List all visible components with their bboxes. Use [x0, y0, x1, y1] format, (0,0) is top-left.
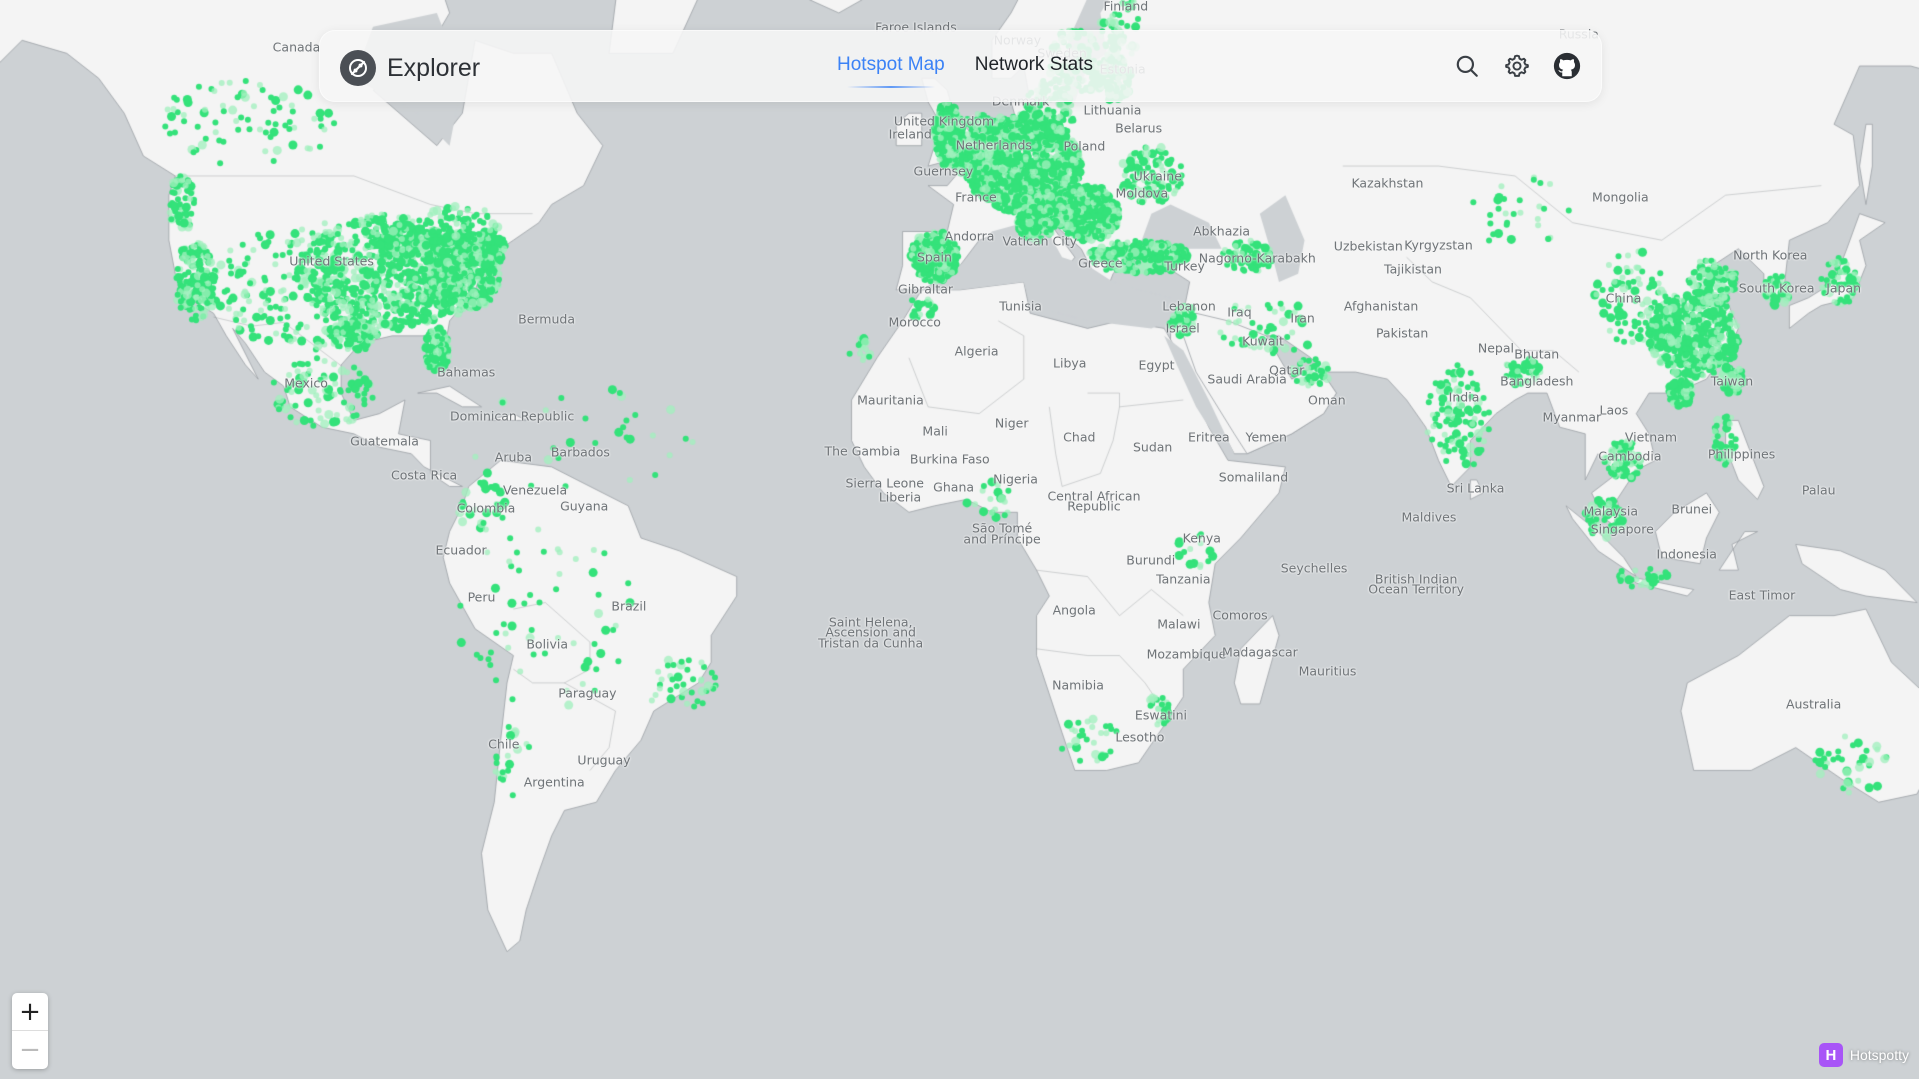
world-map[interactable]: [0, 0, 1919, 1079]
nav-icons: [1435, 48, 1585, 84]
tab-network-stats[interactable]: Network Stats: [975, 54, 1093, 82]
zoom-out-button[interactable]: −: [12, 1030, 48, 1068]
top-navigation-bar: Explorer Hotspot Map Network Stats: [319, 30, 1602, 102]
attribution-text: Hotspotty: [1849, 1047, 1909, 1063]
zoom-in-button[interactable]: +: [12, 993, 48, 1030]
explorer-logo-icon: [340, 50, 376, 86]
zoom-control: + −: [12, 993, 48, 1069]
nav-tabs: Hotspot Map Network Stats: [837, 54, 1123, 88]
hotspotty-logo-icon: H: [1818, 1043, 1843, 1067]
github-icon[interactable]: [1549, 48, 1585, 84]
brand[interactable]: Explorer: [340, 50, 480, 86]
search-icon[interactable]: [1449, 48, 1485, 84]
attribution[interactable]: H Hotspotty: [1818, 1043, 1909, 1067]
settings-gear-icon[interactable]: [1499, 48, 1535, 84]
tab-hotspot-map[interactable]: Hotspot Map: [837, 54, 945, 88]
brand-name: Explorer: [387, 53, 481, 82]
